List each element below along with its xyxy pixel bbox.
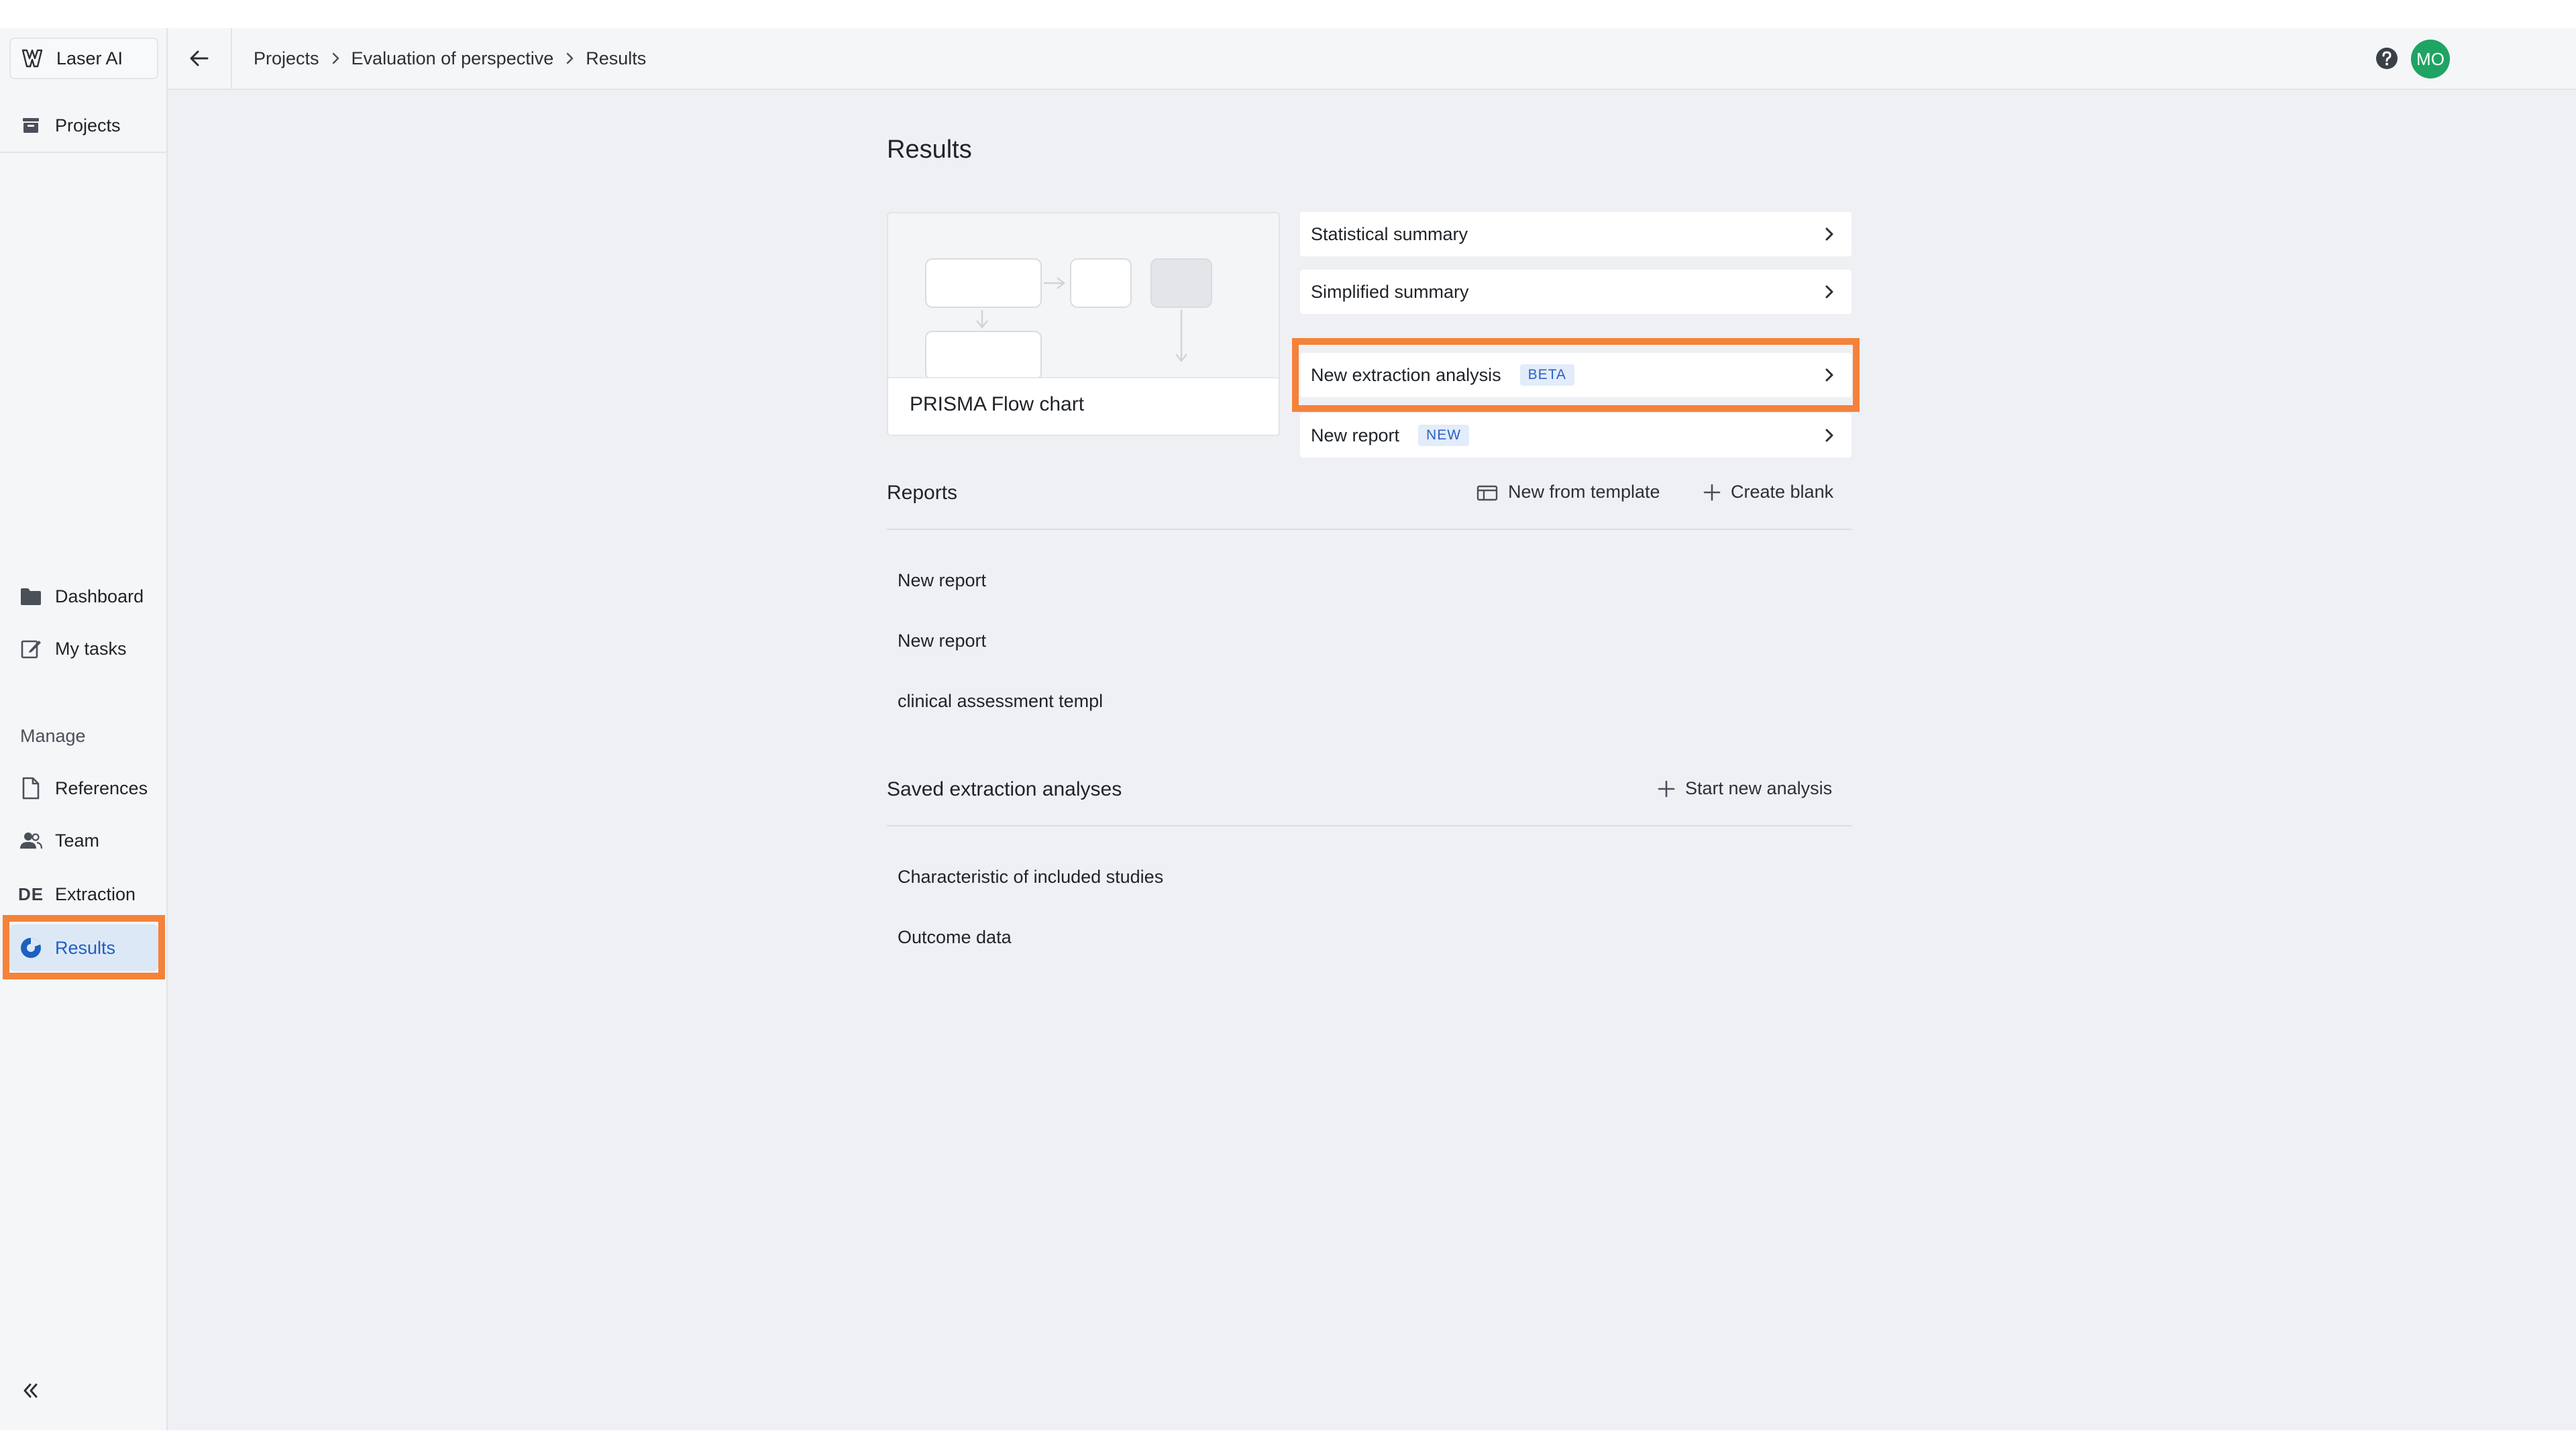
statistical-summary-card[interactable]: Statistical summary	[1300, 212, 1851, 256]
flowchart-preview-icon	[925, 258, 1212, 380]
sidebar-item-label: Dashboard	[55, 586, 144, 606]
new-extraction-analysis-card[interactable]: New extraction analysis BETA	[1300, 353, 1851, 397]
page-title: Results	[887, 136, 972, 164]
create-blank-label: Create blank	[1731, 482, 1834, 502]
help-icon[interactable]	[2375, 46, 2399, 70]
results-icon	[19, 936, 43, 960]
start-new-analysis-label: Start new analysis	[1685, 778, 1833, 798]
collapse-sidebar-button[interactable]	[16, 1377, 44, 1405]
create-blank-button[interactable]: Create blank	[1703, 482, 1833, 502]
laser-ai-logo-icon	[21, 49, 43, 68]
card-label: New extraction analysis	[1311, 364, 1501, 385]
report-item[interactable]: New report	[898, 631, 986, 651]
analysis-item[interactable]: Outcome data	[898, 927, 1012, 948]
breadcrumb-projects[interactable]: Projects	[254, 48, 319, 69]
edit-icon	[19, 637, 43, 661]
chevron-right-icon	[329, 52, 342, 65]
brand-name: Laser AI	[56, 48, 123, 68]
sidebar-item-label: My tasks	[55, 638, 127, 659]
double-chevron-left-icon	[23, 1383, 38, 1398]
back-button[interactable]	[168, 28, 232, 89]
prisma-flow-chart-card[interactable]: PRISMA Flow chart	[887, 212, 1280, 436]
breadcrumb: Projects Evaluation of perspective Resul…	[254, 28, 646, 89]
simplified-summary-card[interactable]: Simplified summary	[1300, 270, 1851, 314]
breadcrumb-project[interactable]: Evaluation of perspective	[352, 48, 554, 69]
app-window: Laser AI Projects Dashboard My tasks Man…	[0, 28, 2576, 1430]
sidebar-item-dashboard[interactable]: Dashboard	[9, 573, 158, 620]
sidebar-divider	[0, 152, 166, 153]
new-from-template-button[interactable]: New from template	[1476, 482, 1660, 502]
reports-section-title: Reports	[887, 482, 958, 504]
reports-divider	[887, 529, 1851, 530]
brand-switcher[interactable]: Laser AI	[9, 38, 158, 79]
start-new-analysis-button[interactable]: Start new analysis	[1657, 778, 1832, 799]
arrow-left-icon	[190, 50, 209, 66]
sidebar-item-label: Results	[55, 937, 116, 958]
card-label: Simplified summary	[1311, 281, 1469, 302]
projects-icon	[19, 113, 43, 138]
chevron-right-icon	[1825, 368, 1833, 382]
sidebar-item-team[interactable]: Team	[9, 817, 158, 864]
sidebar-item-extraction[interactable]: DE Extraction	[9, 871, 158, 918]
sidebar-item-label: Extraction	[55, 883, 136, 904]
new-badge: NEW	[1418, 425, 1470, 446]
prisma-card-label: PRISMA Flow chart	[910, 393, 1085, 415]
report-item[interactable]: clinical assessment templ	[898, 691, 1103, 712]
sidebar-item-label: References	[55, 777, 148, 798]
manage-section-label: Manage	[20, 726, 86, 746]
analysis-item[interactable]: Characteristic of included studies	[898, 867, 1163, 888]
sidebar-item-my-tasks[interactable]: My tasks	[9, 625, 158, 672]
chevron-right-icon	[1825, 429, 1833, 442]
sidebar-item-results[interactable]: Results	[9, 924, 158, 971]
analyses-divider	[887, 825, 1851, 826]
plus-icon	[1658, 780, 1675, 797]
sidebar-item-references[interactable]: References	[9, 765, 158, 812]
new-report-card[interactable]: New report NEW	[1300, 413, 1851, 458]
card-label: New report	[1311, 425, 1400, 445]
beta-badge: BETA	[1519, 364, 1574, 386]
avatar[interactable]: MO	[2411, 40, 2450, 78]
de-icon: DE	[17, 883, 44, 904]
users-icon	[19, 828, 43, 853]
report-item[interactable]: New report	[898, 570, 986, 591]
sidebar-item-projects[interactable]: Projects	[9, 102, 158, 149]
card-label: Statistical summary	[1311, 223, 1468, 244]
plus-icon	[1703, 484, 1721, 500]
top-bar: Projects Evaluation of perspective Resul…	[168, 28, 2576, 90]
breadcrumb-results: Results	[586, 48, 647, 68]
new-from-template-label: New from template	[1508, 482, 1660, 502]
sidebar: Laser AI Projects Dashboard My tasks Man…	[0, 28, 168, 1430]
chevron-right-icon	[1825, 285, 1833, 299]
sidebar-item-label: Projects	[55, 115, 121, 136]
template-icon	[1477, 485, 1498, 500]
chevron-right-icon	[563, 52, 576, 65]
document-icon	[19, 776, 43, 800]
saved-analyses-section-title: Saved extraction analyses	[887, 778, 1122, 800]
sidebar-item-label: Team	[55, 830, 100, 851]
chevron-right-icon	[1825, 227, 1833, 241]
folder-icon	[19, 584, 43, 608]
prisma-preview	[888, 213, 1279, 380]
